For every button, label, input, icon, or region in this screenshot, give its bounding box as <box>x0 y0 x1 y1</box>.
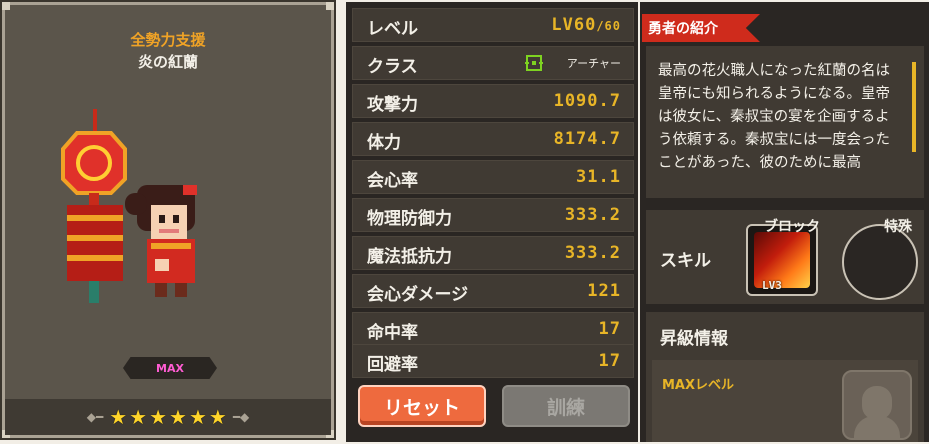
stat-value: 1090.7 <box>553 91 621 111</box>
description-scrollbar[interactable] <box>912 62 916 152</box>
star-icon: ★ <box>208 405 227 429</box>
stat-value: 8174.7 <box>553 129 621 149</box>
promotion-info: MAXレベル <box>652 360 918 442</box>
stat-value: 333.2 <box>564 243 621 263</box>
stat-value: 31.1 <box>576 167 621 187</box>
star-icon: ★ <box>149 405 167 429</box>
promotion-label: MAXレベル <box>662 378 735 393</box>
stat-row-level: レベル LV60/60 <box>352 8 634 42</box>
avatar-head <box>862 386 892 420</box>
star-icon: ★ <box>188 405 207 429</box>
train-button[interactable]: 訓練 <box>502 385 630 427</box>
stat-value: 333.2 <box>564 205 621 225</box>
stat-label: レベル <box>367 19 418 39</box>
stat-label: 回避率 <box>367 355 418 375</box>
stat-value: 17 <box>598 319 621 339</box>
star-icon: ★ <box>169 405 187 429</box>
stat-label: 魔法抵抗力 <box>367 247 452 267</box>
stat-row-phys-def: 物理防御力 333.2 <box>352 198 634 232</box>
class-name: アーチャー <box>566 57 621 70</box>
promotion-title: 昇級情報 <box>660 329 728 349</box>
star-rating: ◆━ ★ ★ ★ ★ ★ ★ ━◆ <box>5 399 331 435</box>
card-corner <box>326 2 334 10</box>
skill-section: スキル LV3 ブロック 特殊 <box>646 210 924 304</box>
hero-description-box[interactable]: 最高の花火職人になった紅蘭の名は皇帝にも知られるようになる。皇帝は彼女に、秦叔宝… <box>646 46 924 198</box>
card-corner <box>2 2 10 10</box>
stat-label: 体力 <box>367 133 401 153</box>
crosshair-icon <box>525 55 543 71</box>
stats-panel: レベル LV60/60 クラス アーチャー 攻撃力 1090.7 体力 8174… <box>346 2 638 442</box>
character-card: 全勢力支援 炎の紅蘭 MAX ◆━ ★ ★ ★ ★ ★ ★ ━◆ <box>0 0 337 440</box>
skill-label: スキル <box>660 251 711 271</box>
reset-button[interactable]: リセット <box>358 385 486 427</box>
stat-row-crit-damage: 会心ダメージ 121 <box>352 274 634 308</box>
lantern-string <box>93 109 97 133</box>
stat-value: 121 <box>587 281 621 301</box>
star-ornament-right: ━◆ <box>232 410 250 424</box>
character-title: 全勢力支援 <box>130 31 206 49</box>
character-name: 炎の紅蘭 <box>137 53 198 71</box>
face <box>151 205 187 239</box>
stat-value: LV60/60 <box>551 15 621 35</box>
avatar-placeholder-icon[interactable] <box>842 370 912 440</box>
hero-description: 最高の花火職人になった紅蘭の名は皇帝にも知られるようになる。皇帝は彼女に、秦叔宝… <box>658 63 890 171</box>
hero-intro-tag: 勇者の紹介 <box>642 14 760 42</box>
star-icon: ★ <box>109 405 128 429</box>
stat-row-attack: 攻撃力 1090.7 <box>352 84 634 118</box>
stat-label: 会心ダメージ <box>367 285 469 305</box>
stat-label: 攻撃力 <box>367 95 418 115</box>
stat-label: 会心率 <box>367 171 418 191</box>
avatar-shoulders <box>854 416 900 438</box>
skill-level: LV3 <box>762 279 782 292</box>
stat-value: 17 <box>598 351 621 371</box>
stat-label: クラス <box>367 57 418 77</box>
stat-label: 命中率 <box>367 323 418 343</box>
character-sprite[interactable] <box>5 75 337 375</box>
stat-row-class: クラス アーチャー <box>352 46 634 80</box>
stat-row-magic-res: 魔法抵抗力 333.2 <box>352 236 634 270</box>
star-ornament-left: ◆━ <box>86 410 104 424</box>
stat-label: 物理防御力 <box>367 209 452 229</box>
skill-caption-special: 特殊 <box>884 219 912 235</box>
stat-row-hp: 体力 8174.7 <box>352 122 634 156</box>
stat-row-accuracy: 命中率 17 <box>352 312 634 346</box>
max-badge: MAX <box>123 357 217 379</box>
info-panel: 勇者の紹介 最高の花火職人になった紅蘭の名は皇帝にも知られるようになる。皇帝は彼… <box>640 2 929 442</box>
hair-ornament <box>183 185 197 195</box>
lantern <box>61 131 127 195</box>
skill-caption-block: ブロック <box>764 219 820 235</box>
star-icon: ★ <box>129 405 148 429</box>
stat-row-evasion: 回避率 17 <box>352 344 634 378</box>
stat-row-crit-rate: 会心率 31.1 <box>352 160 634 194</box>
promotion-section: 昇級情報 MAXレベル <box>646 312 924 442</box>
